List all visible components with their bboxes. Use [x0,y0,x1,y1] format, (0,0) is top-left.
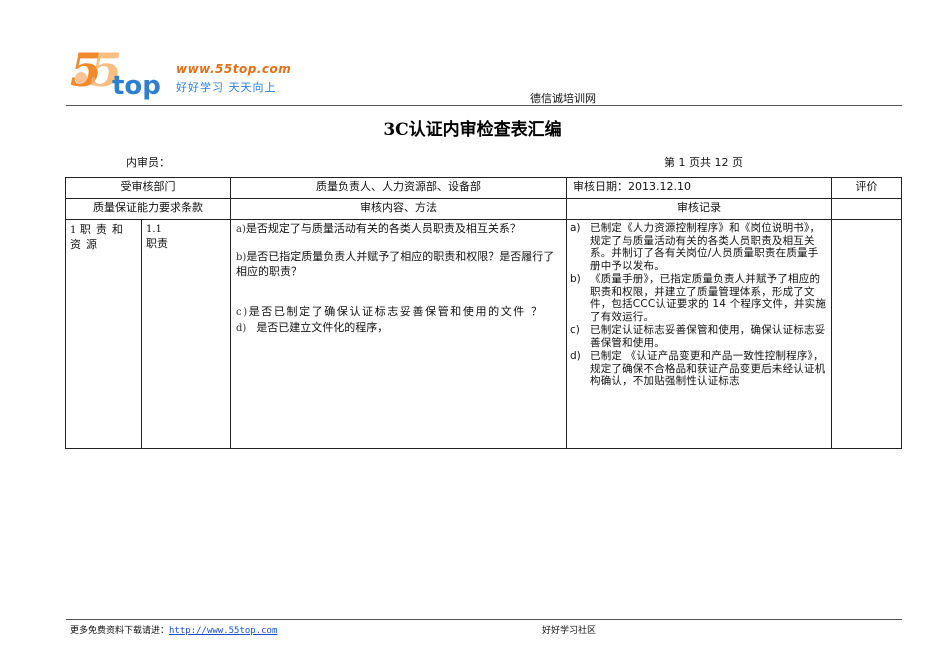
subsection-cell: 1.1 职责 [141,219,231,449]
question-text: 是否已指定质量负责人并赋予了相应的职责和权限？是否履行了相应的职责？ [236,250,555,278]
audit-date-cell: 审核日期：2013.12.10 [566,177,832,199]
clause-header: 质量保证能力要求条款 [93,201,203,214]
question-text: 是否已建立文件化的程序， [256,321,389,334]
eval-empty-header-cell [831,198,902,220]
question-mark: c) [236,307,249,318]
subsection-title: 职责 [146,237,168,250]
question-mark: d) [236,323,247,334]
question-text: 是否已制定了确保认证标志妥善保管和使用的文件 ？ [248,305,544,318]
footer-right: 好好学习社区 [542,626,597,636]
section-title: 职责和资源 [70,223,128,251]
dept-label-cell: 受审核部门 [65,177,231,199]
question-mark: a) [236,224,246,235]
site-logo[interactable]: 5 5 top www.55top.com 好好学习 天天向上 [68,42,308,104]
footer-prompt: 更多免费资料下载请进： [70,626,170,636]
page-info: 第 1 页共 12 页 [664,156,743,169]
content-header: 审核内容、方法 [360,201,437,214]
auditor-label: 内审员： [126,156,170,169]
table-subheader-row: 质量保证能力要求条款 审核内容、方法 审核记录 [65,198,902,220]
audit-date: 审核日期：2013.12.10 [573,180,691,193]
logo-url: www.55top.com [176,62,292,76]
record-b: b) 《质量手册》，已指定质量负责人并赋予了相应的职责和权限，并建立了质量管理体系… [570,273,828,323]
record-d: d) 已制定 《认证产品变更和产品一致性控制程序》，规定了确保不合格品和获证产品变… [570,350,828,388]
content-header-cell: 审核内容、方法 [230,198,567,220]
record-mark: b) [570,273,581,285]
svg-text:top: top [112,71,161,101]
logo-slogan: 好好学习 天天向上 [176,81,277,94]
section-cell: 1 职责和资源 [65,219,142,449]
record-mark: a) [570,222,581,234]
record-text: 已制定认证标志妥善保管和使用，确保认证标志妥善保管和使用。 [590,324,826,349]
evaluation-value [832,220,901,226]
table-header-row: 受审核部门 质量负责人、人力资源部、设备部 审核日期：2013.12.10 评价 [65,177,902,199]
question-c: c)是否已制定了确保认证标志妥善保管和使用的文件 ？ [236,305,561,320]
header-divider [66,105,902,106]
footer-left: 更多免费资料下载请进：http://www.55top.com [70,623,277,636]
record-text: 已制定《人力资源控制程序》和《岗位说明书》，规定了与质量活动有关的各类人员职责及… [590,222,821,272]
section-number: 1 [70,225,77,236]
evaluation-cell[interactable] [831,219,902,449]
question-a: a)是否规定了与质量活动有关的各类人员职责及相互关系？ [236,222,561,237]
clause-header-cell: 质量保证能力要求条款 [65,198,231,220]
question-d: d) 是否已建立文件化的程序， [236,321,561,336]
55top-logo-icon: 5 5 top [70,43,161,101]
question-b: b)是否已指定质量负责人并赋予了相应的职责和权限？是否履行了相应的职责？ [236,250,561,279]
footer-divider [66,619,902,620]
record-header: 审核记录 [677,201,721,214]
subsection-number: 1.1 [146,224,162,235]
eval-header-cell: 评价 [831,177,902,199]
eval-header: 评价 [855,180,878,193]
content-cell: a)是否规定了与质量活动有关的各类人员职责及相互关系？ b)是否已指定质量负责人… [230,219,567,449]
record-a: a) 已制定《人力资源控制程序》和《岗位说明书》，规定了与质量活动有关的各类人员职… [570,222,828,272]
record-header-cell: 审核记录 [566,198,832,220]
document-title: 3C认证内审检查表汇编 [383,120,562,140]
question-mark: b) [236,252,247,263]
record-cell: a) 已制定《人力资源控制程序》和《岗位说明书》，规定了与质量活动有关的各类人员职… [566,219,832,449]
table-row: 1 职责和资源 1.1 职责 a)是否规定了与质量活动有关的各类人员职责及相互关… [65,219,902,449]
dept-value-cell: 质量负责人、人力资源部、设备部 [230,177,567,199]
dept-value: 质量负责人、人力资源部、设备部 [316,180,481,193]
footer-link[interactable]: http://www.55top.com [169,626,277,636]
question-text: 是否规定了与质量活动有关的各类人员职责及相互关系？ [245,222,521,235]
record-text: 已制定 《认证产品变更和产品一致性控制程序》，规定了确保不合格品和获证产品变更后… [590,350,826,387]
site-name: 德信诚培训网 [530,92,596,105]
record-text: 《质量手册》，已指定质量负责人并赋予了相应的职责和权限，并建立了质量管理体系，形… [590,273,827,323]
record-mark: c) [570,324,580,336]
record-c: c) 已制定认证标志妥善保管和使用，确保认证标志妥善保管和使用。 [570,324,828,349]
audit-checklist-table: 受审核部门 质量负责人、人力资源部、设备部 审核日期：2013.12.10 评价… [65,177,902,449]
dept-label: 受审核部门 [120,180,176,193]
record-mark: d) [570,350,581,362]
